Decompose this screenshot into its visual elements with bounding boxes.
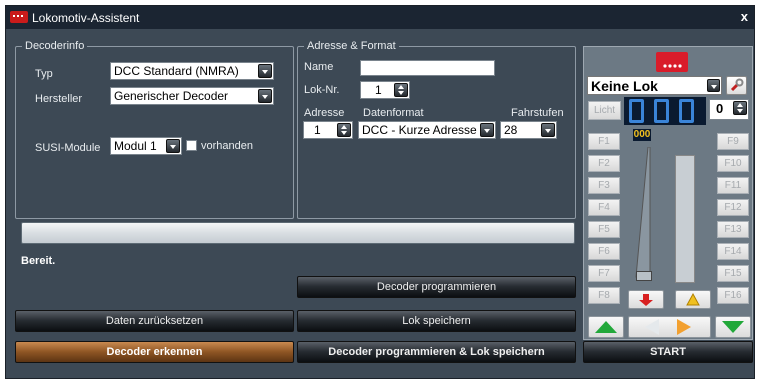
datenformat-label: Datenformat: [363, 107, 424, 119]
vorhanden-label: vorhanden: [201, 140, 253, 152]
step-value: 0: [716, 101, 724, 116]
window-title: Lokomotiv-Assistent: [32, 11, 140, 25]
fahrstufen-select[interactable]: 28: [500, 121, 557, 139]
loknr-stepper[interactable]: 1: [360, 81, 410, 99]
stepper-arrows-icon[interactable]: [337, 123, 351, 137]
name-input[interactable]: [360, 60, 495, 76]
wrench-icon[interactable]: [726, 76, 747, 95]
function-button-f15[interactable]: F15: [717, 265, 749, 282]
chevron-down-icon: [166, 139, 180, 153]
progress-bar: [21, 222, 575, 244]
function-button-f12[interactable]: F12: [717, 199, 749, 216]
decoder-erkennen-button[interactable]: Decoder erkennen: [15, 341, 294, 363]
lok-speichern-button[interactable]: Lok speichern: [297, 310, 576, 332]
address-legend: Adresse & Format: [307, 40, 396, 52]
decoderinfo-legend: Decoderinfo: [25, 40, 85, 52]
step-stepper[interactable]: 0: [709, 99, 749, 120]
stepper-arrows-icon[interactable]: [394, 83, 408, 97]
function-button-f6[interactable]: F6: [588, 243, 620, 260]
adresse-value: 1: [314, 123, 321, 137]
dots-logo-icon: [656, 52, 688, 72]
function-button-f13[interactable]: F13: [717, 221, 749, 238]
function-button-f9[interactable]: F9: [717, 133, 749, 150]
lok-select-value: Keine Lok: [591, 78, 658, 94]
arrow-down-red-icon: [639, 294, 653, 306]
datenformat-value: DCC - Kurze Adresse: [362, 123, 477, 137]
close-button[interactable]: x: [741, 9, 748, 24]
speed-display: [624, 97, 706, 125]
function-button-f4[interactable]: F4: [588, 199, 620, 216]
function-button-f7[interactable]: F7: [588, 265, 620, 282]
status-text: Bereit.: [21, 255, 56, 267]
adresse-label: Adresse: [304, 107, 345, 119]
function-button-f14[interactable]: F14: [717, 243, 749, 260]
digit-icon: [654, 99, 669, 123]
digit-icon: [629, 99, 644, 123]
function-button-f11[interactable]: F11: [717, 177, 749, 194]
typ-label: Typ: [35, 68, 53, 80]
hersteller-label: Hersteller: [35, 93, 83, 105]
loknr-label: Lok-Nr.: [304, 84, 340, 96]
slider-thumb[interactable]: [636, 271, 652, 281]
direction-button[interactable]: [628, 316, 711, 338]
datenformat-select[interactable]: DCC - Kurze Adresse: [358, 121, 496, 139]
forward-button[interactable]: [588, 316, 624, 338]
start-button[interactable]: START: [583, 341, 753, 363]
direction-arrow-icon: [645, 319, 691, 335]
function-button-f3[interactable]: F3: [588, 177, 620, 194]
function-button-f10[interactable]: F10: [717, 155, 749, 172]
chevron-down-icon: [541, 123, 555, 137]
name-label: Name: [304, 61, 334, 73]
hersteller-select[interactable]: Generischer Decoder: [110, 87, 274, 105]
decoder-programmieren-button[interactable]: Decoder programmieren: [297, 276, 576, 298]
susi-select[interactable]: Modul 1: [110, 137, 182, 155]
chevron-down-icon: [258, 64, 272, 78]
adresse-stepper[interactable]: 1: [303, 121, 353, 139]
chevron-down-icon: [480, 123, 494, 137]
stop-button[interactable]: [628, 290, 664, 309]
warning-icon: [686, 292, 700, 306]
susi-value: Modul 1: [114, 139, 157, 153]
chevron-down-icon: [258, 89, 272, 103]
digit-icon: [679, 99, 694, 123]
hersteller-value: Generischer Decoder: [114, 89, 229, 103]
fahrstufen-label: Fahrstufen: [511, 107, 564, 119]
title-bar: Lokomotiv-Assistent x: [6, 6, 754, 29]
lok-select[interactable]: Keine Lok: [587, 76, 722, 95]
typ-value: DCC Standard (NMRA): [114, 64, 239, 78]
assistant-window: Lokomotiv-Assistent x Decoderinfo Typ DC…: [5, 5, 755, 379]
function-button-f8[interactable]: F8: [588, 287, 620, 304]
warning-button[interactable]: [675, 290, 711, 309]
daten-zuruecksetzen-button[interactable]: Daten zurücksetzen: [15, 310, 294, 332]
small-speed-display: 000: [633, 129, 651, 141]
programmieren-und-speichern-button[interactable]: Decoder programmieren & Lok speichern: [297, 341, 576, 363]
app-logo-icon: [10, 11, 28, 23]
loknr-value: 1: [375, 83, 382, 97]
function-button-f2[interactable]: F2: [588, 155, 620, 172]
speed-bar: [675, 155, 695, 283]
chevron-down-icon: [707, 79, 720, 92]
stepper-arrows-icon[interactable]: [733, 101, 747, 115]
speed-slider[interactable]: [634, 146, 654, 282]
fahrstufen-value: 28: [504, 123, 518, 137]
susi-label: SUSI-Module: [35, 142, 101, 154]
licht-button[interactable]: Licht: [588, 101, 621, 120]
function-button-f1[interactable]: F1: [588, 133, 620, 150]
vorhanden-checkbox[interactable]: [186, 140, 197, 151]
arrow-up-green-icon: [595, 321, 617, 333]
typ-select[interactable]: DCC Standard (NMRA): [110, 62, 274, 80]
function-button-f5[interactable]: F5: [588, 221, 620, 238]
backward-button[interactable]: [715, 316, 751, 338]
loco-control-panel: Keine Lok Licht 0 F1 F2 F3 F4 F5 F6 F7 F8 F9 F10…: [583, 46, 753, 340]
arrow-down-green-icon: [722, 321, 744, 333]
function-button-f16[interactable]: F16: [717, 287, 749, 304]
